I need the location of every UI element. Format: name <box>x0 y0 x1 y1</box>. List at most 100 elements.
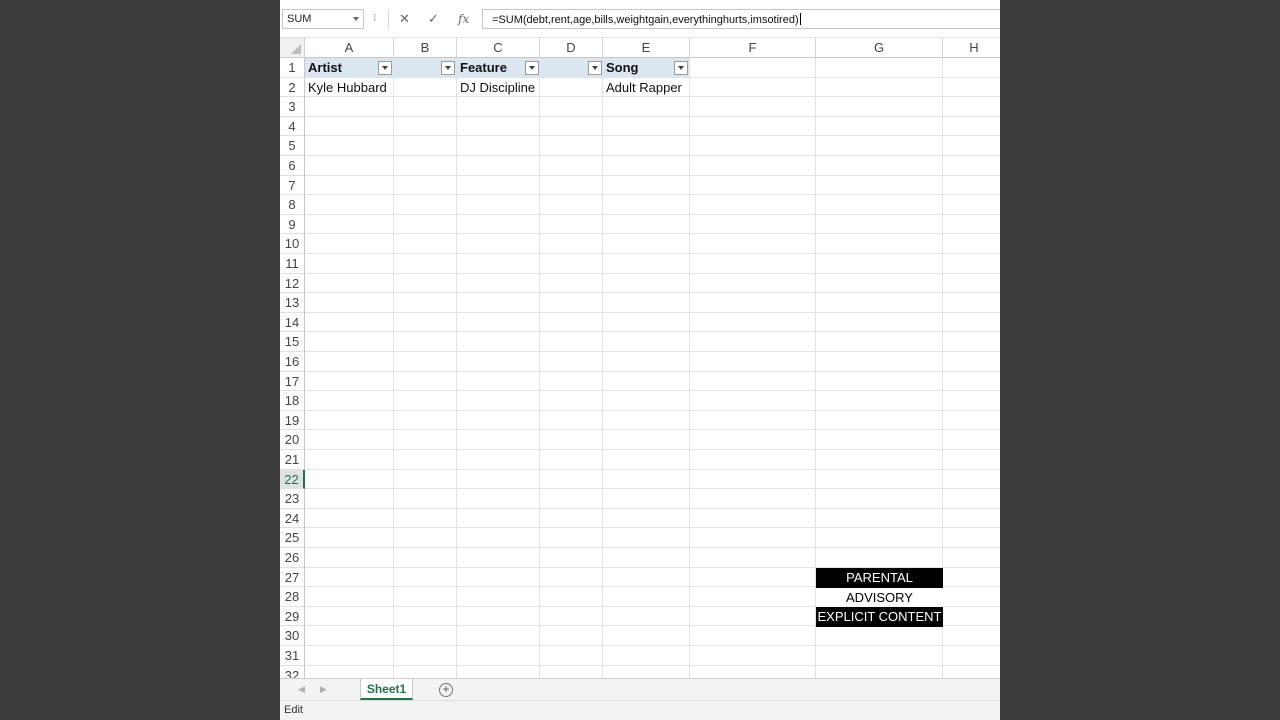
row-header-10[interactable]: 10 <box>280 234 305 254</box>
gridline <box>305 507 1000 509</box>
cell-g27-parental[interactable]: PARENTAL <box>816 568 943 588</box>
status-mode: Edit <box>284 704 303 716</box>
row-header-21[interactable]: 21 <box>280 450 305 470</box>
gridline <box>305 292 1000 294</box>
row-header-19[interactable]: 19 <box>280 410 305 431</box>
divider <box>388 9 389 29</box>
row-header-7[interactable]: 7 <box>280 175 305 196</box>
column-header-c[interactable]: C <box>457 38 540 58</box>
row-header-5[interactable]: 5 <box>280 136 305 156</box>
gridline <box>305 155 1000 156</box>
select-all-button[interactable] <box>280 38 305 58</box>
excel-window: SUM ⁝ ✕ ✓ fx =SUM(debt,rent,age,bills,we… <box>280 0 1000 720</box>
formula-input[interactable]: =SUM(debt,rent,age,bills,weightgain,ever… <box>482 9 1000 29</box>
row-header-30[interactable]: 30 <box>280 626 305 646</box>
row-header-9[interactable]: 9 <box>280 214 305 235</box>
cell-g28-advisory[interactable]: ADVISORY <box>816 587 943 608</box>
gridline <box>305 468 1000 470</box>
sheet-tab-bar: ◀ ▶ Sheet1 + <box>280 678 1000 700</box>
filter-dropdown-icon[interactable] <box>588 61 602 75</box>
gridline <box>305 135 1000 137</box>
row-header-14[interactable]: 14 <box>280 312 305 333</box>
row-header-18[interactable]: 18 <box>280 391 305 411</box>
column-header-f[interactable]: F <box>690 38 816 58</box>
row-header-1[interactable]: 1 <box>280 58 305 78</box>
gridline <box>305 194 1000 196</box>
row-header-11[interactable]: 11 <box>280 254 305 274</box>
gridline <box>305 253 1000 254</box>
row-header-20[interactable]: 20 <box>280 430 305 450</box>
prev-sheet-icon[interactable]: ◀ <box>298 684 305 695</box>
column-header-a[interactable]: A <box>305 38 394 58</box>
row-header-26[interactable]: 26 <box>280 548 305 568</box>
row-header-31[interactable]: 31 <box>280 646 305 666</box>
column-header-b[interactable]: B <box>394 38 457 58</box>
gridline <box>305 272 1000 274</box>
row-header-4[interactable]: 4 <box>280 116 305 137</box>
enter-check-icon[interactable]: ✓ <box>428 11 439 27</box>
status-bar: Edit <box>280 700 1000 720</box>
worksheet-grid[interactable]: A B C D E F G H 1 2 3 4 5 6 7 8 9 10 11 12 13 14 15 16 1… <box>280 38 1000 678</box>
insert-function-icon[interactable]: fx <box>458 11 469 27</box>
row-header-24[interactable]: 24 <box>280 508 305 529</box>
column-header-g[interactable]: G <box>816 38 943 58</box>
gridline <box>305 449 1000 450</box>
row-header-16[interactable]: 16 <box>280 352 305 372</box>
tab-sheet1[interactable]: Sheet1 <box>360 679 413 700</box>
row-header-13[interactable]: 13 <box>280 293 305 313</box>
row-header-22[interactable]: 22 <box>280 469 305 490</box>
row-header-32[interactable]: 32 <box>280 665 305 678</box>
cell-e2[interactable]: Adult Rapper <box>603 78 690 98</box>
filter-dropdown-icon[interactable] <box>674 61 688 75</box>
row-header-29[interactable]: 29 <box>280 606 305 627</box>
cell-g29-explicit[interactable]: EXPLICIT CONTENT <box>816 607 943 627</box>
gridline <box>305 115 1000 117</box>
add-sheet-icon[interactable]: + <box>439 683 453 697</box>
gridline <box>305 213 1000 215</box>
gridline <box>602 58 603 678</box>
cancel-icon[interactable]: ✕ <box>399 11 410 27</box>
cell-c2[interactable]: DJ Discipline <box>457 78 540 98</box>
drag-handle-icon[interactable]: ⁝ <box>373 12 377 24</box>
gridline <box>456 58 457 678</box>
column-header-e[interactable]: E <box>603 38 690 58</box>
column-header-h[interactable]: H <box>943 38 1000 58</box>
gridline <box>305 370 1000 372</box>
name-box[interactable]: SUM <box>282 9 364 29</box>
gridline <box>305 409 1000 411</box>
column-header-d[interactable]: D <box>540 38 603 58</box>
gridline <box>539 58 540 678</box>
gridline <box>305 311 1000 313</box>
gridline <box>305 664 1000 666</box>
row-header-3[interactable]: 3 <box>280 97 305 117</box>
filter-dropdown-icon[interactable] <box>441 61 455 75</box>
row-header-25[interactable]: 25 <box>280 528 305 548</box>
gridline <box>393 58 394 678</box>
filter-dropdown-icon[interactable] <box>378 61 392 75</box>
name-box-value: SUM <box>287 13 312 25</box>
row-header-17[interactable]: 17 <box>280 371 305 392</box>
row-header-27[interactable]: 27 <box>280 567 305 588</box>
filter-dropdown-icon[interactable] <box>525 61 539 75</box>
next-sheet-icon[interactable]: ▶ <box>320 684 327 695</box>
cell-a2[interactable]: Kyle Hubbard <box>305 78 394 98</box>
row-header-8[interactable]: 8 <box>280 195 305 215</box>
select-all-icon <box>291 44 301 54</box>
row-header-2[interactable]: 2 <box>280 77 305 98</box>
gridline <box>689 58 690 678</box>
gridline <box>305 331 1000 333</box>
row-header-15[interactable]: 15 <box>280 332 305 352</box>
row-header-6[interactable]: 6 <box>280 156 305 176</box>
gridline <box>305 390 1000 392</box>
formula-text: =SUM(debt,rent,age,bills,weightgain,ever… <box>492 14 799 26</box>
chevron-down-icon[interactable] <box>353 17 359 21</box>
gridline <box>305 488 1000 490</box>
formula-bar: SUM ⁝ ✕ ✓ fx =SUM(debt,rent,age,bills,we… <box>280 0 1000 38</box>
row-header-12[interactable]: 12 <box>280 273 305 294</box>
row-header-28[interactable]: 28 <box>280 587 305 607</box>
gridline <box>305 645 1000 646</box>
gridline <box>305 351 1000 352</box>
row-header-23[interactable]: 23 <box>280 489 305 509</box>
text-caret <box>799 13 801 25</box>
gridline <box>305 233 1000 235</box>
